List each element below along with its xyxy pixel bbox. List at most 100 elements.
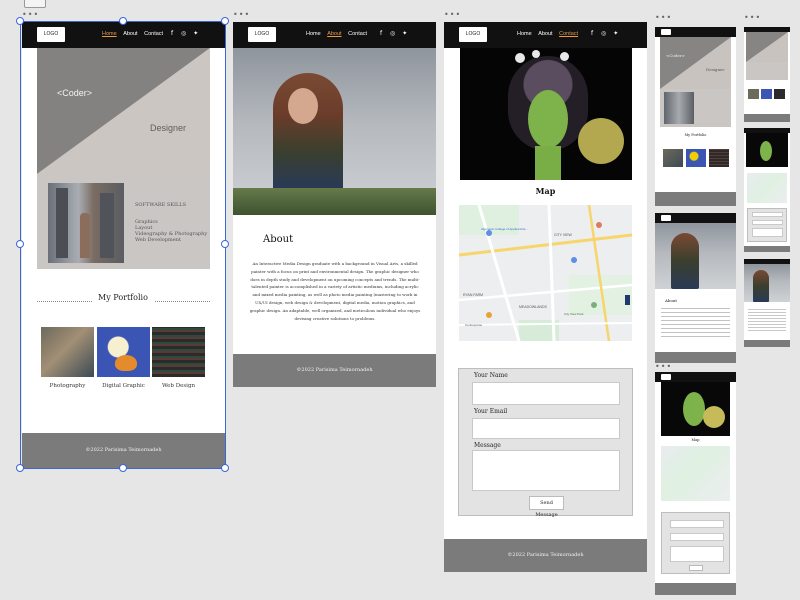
resize-handle-top-left[interactable] [16,17,24,25]
map-label: CITY VIEW [554,233,572,237]
skills-section [660,89,731,127]
hero-coder-text: <Coder> [666,53,686,58]
resize-handle-bottom[interactable] [119,464,127,472]
frame-home-mobile[interactable] [744,27,790,122]
frame-about-tablet[interactable]: About [655,213,736,363]
navbar [655,213,736,223]
footer-text: ©2022 Parisima Teimornadeh [507,552,584,558]
logo[interactable]: LOGO [248,27,276,42]
frame-contact-tablet[interactable]: Map [655,372,736,595]
footer [655,583,736,595]
navbar: LOGO Home About Contact f ◎ ✦ [444,22,647,48]
logo[interactable] [661,215,671,221]
footer [744,114,790,122]
social-icons: f ◎ ✦ [591,30,618,37]
resize-handle-bottom-right[interactable] [221,464,229,472]
frame-about[interactable]: LOGO Home About Contact f ◎ ✦ About An I… [233,22,436,387]
contact-hero-photo [746,133,788,167]
twitter-icon[interactable]: ✦ [613,30,618,37]
facebook-icon[interactable]: f [380,30,382,37]
resize-handle-left[interactable] [16,240,24,248]
contact-form [661,512,730,574]
frame-contact-mobile[interactable] [744,128,790,252]
logo[interactable] [661,374,671,380]
logo[interactable] [661,29,671,35]
skills-section [746,62,788,80]
portfolio-title: My Portfolio [684,133,707,137]
message-textarea[interactable] [472,450,620,491]
message-textarea[interactable] [752,228,783,237]
portfolio-thumb[interactable] [748,89,759,99]
name-input[interactable] [752,212,783,217]
hero-diagonal-shape [660,37,731,89]
nav-link-home[interactable]: Home [517,31,532,37]
logo[interactable]: LOGO [459,27,487,42]
resize-handle-top-right[interactable] [221,17,229,25]
instagram-icon[interactable]: ◎ [390,30,395,37]
send-message-button[interactable]: Send Message [529,496,564,518]
footer: ©2022 Parisima Teimornadeh [444,539,647,572]
contact-hero-photo [460,48,632,180]
resize-handle-bottom-left[interactable] [16,464,24,472]
footer-text: ©2022 Parisima Teimornadeh [296,367,373,373]
email-label: Your Email [474,408,508,415]
map-label: Centrepointe [465,323,483,327]
resize-handle-right[interactable] [221,240,229,248]
map-title: Map [535,186,556,196]
portfolio-thumb[interactable] [663,149,683,167]
contact-hero-photo [661,382,730,436]
about-hero-photo [655,223,736,289]
hero [746,32,788,62]
portfolio-thumb[interactable] [761,89,772,99]
frame-menu[interactable]: ••• [233,11,250,19]
about-heading: About [665,298,678,303]
frame-menu[interactable]: ••• [22,11,39,19]
twitter-icon[interactable]: ✦ [402,30,407,37]
frame-home-tablet[interactable]: <Coder> Designer My Portfolio [655,27,736,206]
name-input[interactable] [670,520,724,528]
about-heading: About [263,234,294,245]
about-body: An Interactive Media Design graduate wit… [249,261,421,321]
frame-contact[interactable]: LOGO Home About Contact f ◎ ✦ Map Algonq… [444,22,647,572]
nav-link-home[interactable]: Home [306,31,321,37]
nav-link-contact[interactable]: Contact [348,31,367,37]
frame-menu[interactable]: ••• [655,363,672,371]
map-embed[interactable] [747,173,787,203]
document-icon[interactable] [24,0,46,8]
footer [655,192,736,206]
message-textarea[interactable] [670,546,724,562]
send-message-button[interactable] [689,565,703,571]
portfolio-thumb[interactable] [774,89,785,99]
message-label: Message [474,442,501,449]
navbar: LOGO Home About Contact f ◎ ✦ [233,22,436,48]
nav-link-about[interactable]: About [538,31,552,37]
resize-handle-top[interactable] [119,17,127,25]
map-label: City View Park [564,312,584,316]
map-zoom-control[interactable] [625,295,630,305]
footer [744,340,790,347]
about-text-lines [661,308,730,338]
email-input[interactable] [670,533,724,541]
map-roads [459,205,632,341]
hero-diagonal-shape [746,32,788,62]
email-input[interactable] [752,220,783,225]
instagram-icon[interactable]: ◎ [601,30,606,37]
nav-link-contact[interactable]: Contact [559,31,578,37]
footer [744,246,790,252]
name-label: Your Name [474,372,508,379]
nav-link-about[interactable]: About [327,31,341,37]
map-embed[interactable] [661,446,730,501]
map-embed[interactable]: Algonquin College of Applied Arts... CIT… [459,205,632,341]
portfolio-thumb[interactable] [709,149,729,167]
facebook-icon[interactable]: f [591,30,593,37]
frame-menu[interactable]: ••• [744,14,761,22]
name-input[interactable] [472,382,620,405]
portfolio-thumb[interactable] [686,149,706,167]
frame-about-mobile[interactable] [744,259,790,347]
about-text-lines [748,309,786,333]
email-input[interactable] [472,418,620,439]
navbar [655,27,736,37]
hero-designer-text: Designer [706,67,725,72]
frame-menu[interactable]: ••• [444,11,461,19]
frame-menu[interactable]: ••• [655,14,672,22]
